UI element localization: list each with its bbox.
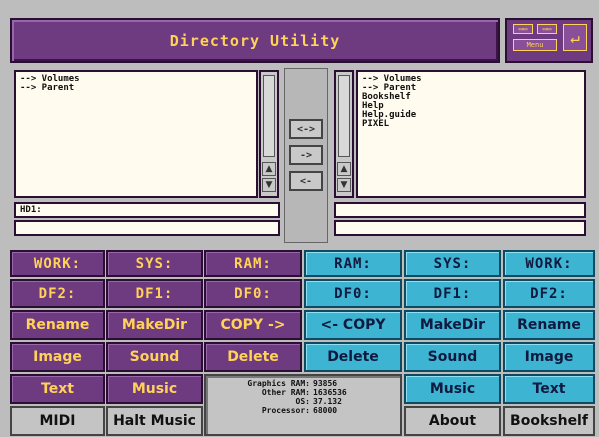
scroll-up-icon[interactable]: ▲ (262, 162, 276, 176)
df1-drive-button-right[interactable]: DF1: (404, 279, 501, 308)
left-scrollbar[interactable]: ▲ ▼ (259, 70, 279, 198)
other-ram-label: Other RAM: (261, 388, 310, 397)
scroll-down-icon[interactable]: ▼ (337, 178, 351, 192)
other-ram-value: 1636536 (313, 388, 347, 397)
left-path-field[interactable]: HD1: (14, 202, 280, 218)
graphics-ram-label: Graphics RAM: (247, 379, 310, 388)
text-button[interactable]: Text (10, 374, 105, 404)
delete-button-right[interactable]: Delete (304, 342, 402, 372)
swap-button[interactable]: <-> (289, 119, 323, 139)
bookshelf-button[interactable]: Bookshelf (503, 406, 595, 436)
window-title: Directory Utility (169, 31, 341, 50)
makedir-button-right[interactable]: MakeDir (404, 310, 501, 340)
right-scroll-knob[interactable] (338, 75, 350, 157)
delete-button[interactable]: Delete (204, 342, 302, 372)
ram-drive-button[interactable]: RAM: (204, 250, 302, 277)
copy-left-button[interactable]: <- COPY (304, 310, 402, 340)
scroll-down-icon[interactable]: ▼ (262, 178, 276, 192)
return-icon[interactable]: ↵ (563, 24, 587, 51)
menu-button[interactable]: Menu (513, 39, 557, 51)
os-value: 37.132 (313, 397, 342, 406)
window-controls: ▭▭ ▭▭ Menu ↵ (505, 18, 593, 63)
right-path-field[interactable] (334, 202, 586, 218)
left-filter-field[interactable] (14, 220, 280, 236)
ram-drive-button-right[interactable]: RAM: (304, 250, 402, 277)
processor-label: Processor: (261, 406, 310, 415)
rename-button[interactable]: Rename (10, 310, 105, 340)
graphics-ram-value: 93856 (313, 379, 338, 388)
title-bar: Directory Utility (10, 18, 500, 63)
depth-front-icon[interactable]: ▭▭ (537, 24, 557, 34)
scroll-up-icon[interactable]: ▲ (337, 162, 351, 176)
work-drive-button[interactable]: WORK: (10, 250, 105, 277)
work-drive-button-right[interactable]: WORK: (503, 250, 595, 277)
music-button-right[interactable]: Music (404, 374, 501, 404)
df2-drive-button-right[interactable]: DF2: (503, 279, 595, 308)
left-scroll-knob[interactable] (263, 75, 275, 157)
left-file-list[interactable]: --> Volumes --> Parent (14, 70, 258, 198)
rename-button-right[interactable]: Rename (503, 310, 595, 340)
df0-drive-button[interactable]: DF0: (204, 279, 302, 308)
system-info-panel: Graphics RAM: 93856 Other RAM: 1636536 OS:… (204, 374, 402, 436)
list-item[interactable]: Bookshelf (362, 93, 580, 102)
right-filter-field[interactable] (334, 220, 586, 236)
transfer-right-button[interactable]: -> (289, 145, 323, 165)
halt-music-button[interactable]: Halt Music (106, 406, 203, 436)
right-scrollbar[interactable]: ▲ ▼ (334, 70, 354, 198)
df1-drive-button[interactable]: DF1: (106, 279, 203, 308)
processor-value: 68000 (313, 406, 338, 415)
list-item[interactable]: --> Parent (20, 84, 252, 93)
sys-drive-button-right[interactable]: SYS: (404, 250, 501, 277)
sound-button-right[interactable]: Sound (404, 342, 501, 372)
right-file-list[interactable]: --> Volumes --> Parent Bookshelf Help He… (356, 70, 586, 198)
music-button[interactable]: Music (106, 374, 203, 404)
about-button[interactable]: About (404, 406, 501, 436)
copy-right-button[interactable]: COPY -> (204, 310, 302, 340)
list-item[interactable]: Help.guide (362, 111, 580, 120)
os-label: OS: (295, 397, 310, 406)
transfer-left-button[interactable]: <- (289, 171, 323, 191)
image-button-right[interactable]: Image (503, 342, 595, 372)
depth-back-icon[interactable]: ▭▭ (513, 24, 533, 34)
sys-drive-button[interactable]: SYS: (106, 250, 203, 277)
list-item[interactable]: PIXEL (362, 120, 580, 129)
df0-drive-button-right[interactable]: DF0: (304, 279, 402, 308)
image-button[interactable]: Image (10, 342, 105, 372)
text-button-right[interactable]: Text (503, 374, 595, 404)
sound-button[interactable]: Sound (106, 342, 203, 372)
midi-button[interactable]: MIDI (10, 406, 105, 436)
transfer-column: <-> -> <- (284, 68, 328, 243)
df2-drive-button[interactable]: DF2: (10, 279, 105, 308)
makedir-button[interactable]: MakeDir (106, 310, 203, 340)
